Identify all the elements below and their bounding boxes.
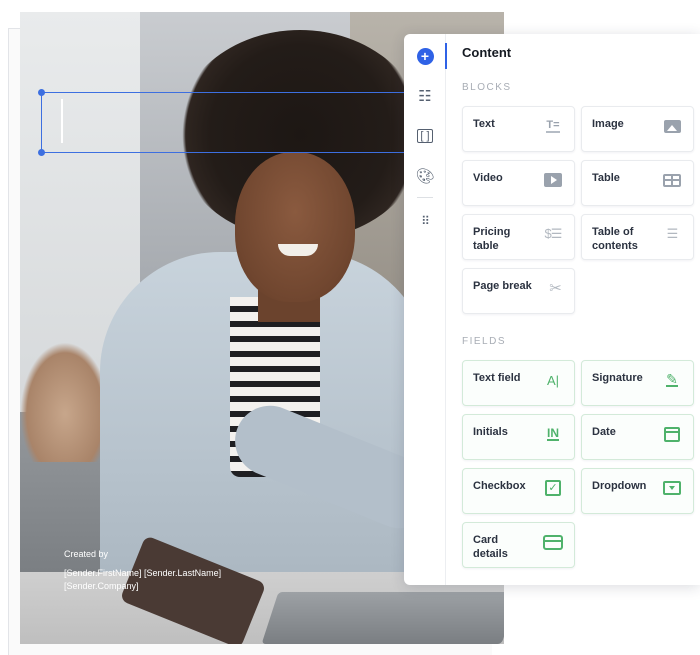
block-video[interactable]: Video [462,160,575,206]
field-signature[interactable]: Signature ✎ [581,360,694,406]
field-label: Date [592,426,616,438]
initials-icon: IN [547,425,559,441]
field-label: Dropdown [592,480,647,492]
block-label: Text [473,118,495,130]
field-card-details[interactable]: Card details [462,522,575,568]
fields-section-label: FIELDS [462,336,507,347]
toc-icon: ☰ [666,226,679,241]
rail-design-button[interactable]: 🎨︎ [413,164,437,188]
created-by-label: Created by [64,549,109,559]
panel-title: Content [462,45,512,60]
resize-handle-top-left[interactable] [38,89,45,96]
block-pricing-table[interactable]: Pricing table $☰ [462,214,575,260]
block-image[interactable]: Image [581,106,694,152]
rail-settings-button[interactable]: ☷ [413,84,437,108]
table-icon [661,171,683,189]
signature-icon: ✎ [666,371,678,387]
plus-circle-icon: + [416,47,434,65]
image-icon [661,117,683,135]
panel-rail: + ☷ [ ] 🎨︎ ⠿ [404,34,446,585]
block-page-break[interactable]: Page break ✂ [462,268,575,314]
sliders-icon: ☷ [418,88,432,105]
field-text-field[interactable]: Text field A| [462,360,575,406]
content-panel: + ☷ [ ] 🎨︎ ⠿ Content BLOCKS Text T= Imag… [404,34,700,585]
rail-add-content-button[interactable]: + [413,44,437,68]
block-label: Table [592,172,620,184]
sender-company-field[interactable]: [Sender.Company] [64,580,221,593]
sender-name-fields[interactable]: [Sender.FirstName] [Sender.LastName] [64,567,221,580]
field-label: Signature [592,372,643,384]
block-label: Pricing table [473,226,511,252]
text-field-icon: A| [546,372,560,388]
photo-background-plant [20,342,110,462]
photo-laptop [261,592,504,644]
text-cursor [61,99,63,143]
embed-code-icon: [ ] [417,129,433,143]
grid-apps-icon: ⠿ [421,214,430,228]
field-dropdown[interactable]: Dropdown [581,468,694,514]
field-label: Card details [473,534,508,560]
card-icon [542,533,564,551]
block-label: Table of contents [592,226,638,252]
field-date[interactable]: Date [581,414,694,460]
field-label: Checkbox [473,480,526,492]
block-table-of-contents[interactable]: Table of contents ☰ [581,214,694,260]
rail-divider [417,197,433,198]
rail-apps-button[interactable]: ⠿ [413,209,437,233]
calendar-icon [661,425,683,443]
field-label: Text field [473,372,521,384]
field-label: Initials [473,426,508,438]
checkbox-icon: ✓ [542,479,564,497]
palette-icon: 🎨︎ [415,168,435,185]
scissors-icon: ✂ [549,280,562,297]
field-checkbox[interactable]: Checkbox ✓ [462,468,575,514]
block-label: Image [592,118,624,130]
rail-active-indicator [445,43,447,69]
block-text[interactable]: Text T= [462,106,575,152]
video-icon [542,171,564,189]
dropdown-icon [661,479,683,497]
pricing-table-icon: $☰ [544,226,563,241]
block-table[interactable]: Table [581,160,694,206]
block-label: Page break [473,280,532,292]
text-icon: T= [546,118,560,133]
block-label: Video [473,172,503,184]
resize-handle-bottom-left[interactable] [38,149,45,156]
photo-person-smile [278,244,318,256]
field-initials[interactable]: Initials IN [462,414,575,460]
rail-embed-button[interactable]: [ ] [413,124,437,148]
photo-person-face [235,152,355,302]
sender-info[interactable]: Created by [Sender.FirstName] [Sender.La… [64,548,221,593]
blocks-section-label: BLOCKS [462,82,512,93]
